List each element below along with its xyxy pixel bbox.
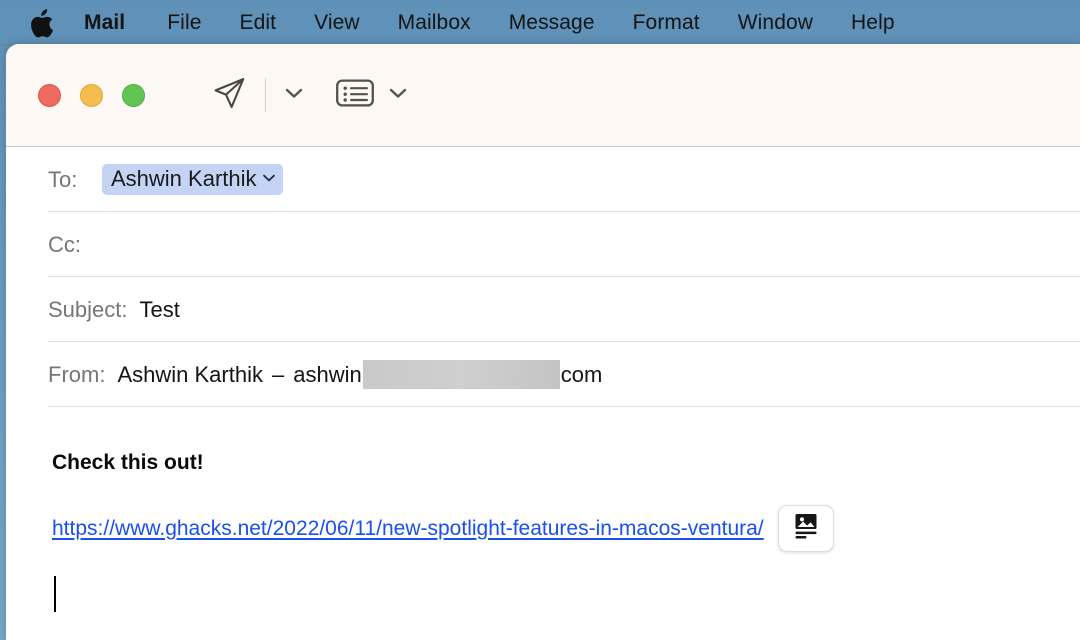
- apple-logo-icon[interactable]: [30, 8, 56, 38]
- rich-link-preview-button[interactable]: [777, 505, 834, 552]
- header-fields-button[interactable]: [334, 77, 376, 113]
- menu-item-window[interactable]: Window: [738, 9, 813, 37]
- compose-toolbar: [6, 44, 1080, 147]
- to-field-label: To:: [48, 166, 78, 192]
- minimize-button[interactable]: [80, 83, 103, 107]
- menu-item-mailbox[interactable]: Mailbox: [398, 9, 471, 37]
- menu-item-file[interactable]: File: [167, 9, 201, 37]
- menu-item-format[interactable]: Format: [633, 9, 700, 37]
- subject-field-row[interactable]: Subject: Test: [6, 277, 1080, 342]
- send-button[interactable]: [207, 73, 251, 117]
- menu-item-mail[interactable]: Mail: [84, 9, 125, 37]
- menu-item-edit[interactable]: Edit: [240, 9, 277, 37]
- header-fields-icon: [335, 77, 375, 114]
- from-field-value[interactable]: Ashwin Karthik – ashwin com: [117, 360, 602, 389]
- body-text-line: Check this out!: [52, 451, 204, 474]
- menu-item-help[interactable]: Help: [851, 9, 895, 37]
- toolbar-actions: [207, 73, 412, 117]
- window-controls: [38, 83, 145, 107]
- subject-field-label: Subject:: [48, 296, 128, 322]
- send-options-button[interactable]: [280, 80, 308, 110]
- subject-field-value[interactable]: Test: [140, 297, 180, 323]
- zoom-button[interactable]: [122, 83, 145, 107]
- chevron-down-icon[interactable]: [262, 170, 276, 188]
- recipient-token[interactable]: Ashwin Karthik: [102, 164, 283, 195]
- menu-bar: Mail File Edit View Mailbox Message Form…: [0, 0, 1080, 46]
- cc-field-label: Cc:: [48, 231, 81, 257]
- recipient-name: Ashwin Karthik: [111, 166, 257, 191]
- compose-header-fields: To: Ashwin Karthik Cc: Subject: Test Fro…: [6, 147, 1080, 407]
- toolbar-divider: [265, 78, 266, 112]
- screen: Mail File Edit View Mailbox Message Form…: [0, 0, 1080, 640]
- from-field-label: From:: [48, 361, 106, 387]
- menu-item-message[interactable]: Message: [509, 9, 595, 37]
- message-body[interactable]: Check this out! https://www.ghacks.net/2…: [6, 407, 1080, 612]
- from-field-row[interactable]: From: Ashwin Karthik – ashwin com: [6, 342, 1080, 407]
- text-cursor: [54, 576, 56, 612]
- close-button[interactable]: [38, 83, 61, 107]
- chevron-down-icon: [388, 86, 408, 105]
- from-email-prefix: ashwin: [293, 361, 362, 387]
- rich-link-preview-icon: [791, 512, 821, 545]
- paper-plane-send-icon: [211, 75, 247, 116]
- cc-field-row[interactable]: Cc:: [6, 212, 1080, 277]
- chevron-down-icon: [284, 86, 304, 105]
- body-link-row: https://www.ghacks.net/2022/06/11/new-sp…: [52, 475, 1080, 552]
- to-field-row[interactable]: To: Ashwin Karthik: [6, 147, 1080, 212]
- body-url-link[interactable]: https://www.ghacks.net/2022/06/11/new-sp…: [52, 517, 764, 541]
- from-display-name: Ashwin Karthik: [117, 361, 263, 387]
- menu-item-view[interactable]: View: [314, 9, 360, 37]
- from-email-suffix: com: [560, 361, 603, 387]
- header-fields-options-button[interactable]: [384, 80, 412, 110]
- compose-window: To: Ashwin Karthik Cc: Subject: Test Fro…: [6, 44, 1080, 640]
- redacted-email-block: [362, 360, 560, 389]
- from-separator: –: [271, 361, 285, 387]
